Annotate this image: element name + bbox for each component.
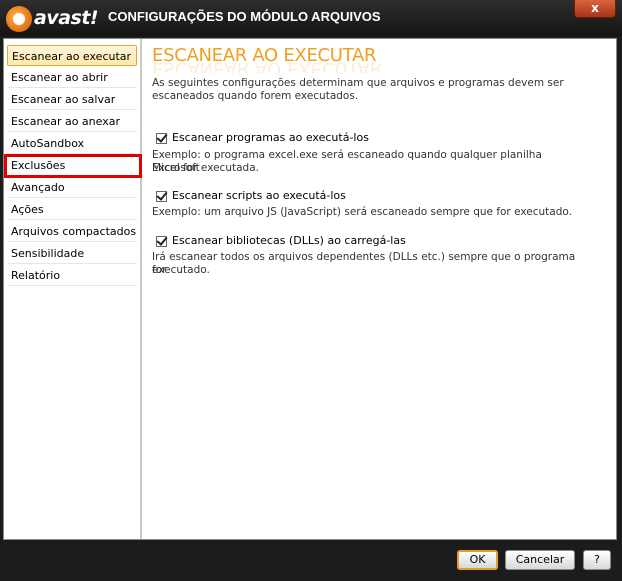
scan-dlls-desc-line2: executado. (152, 264, 210, 276)
title-bar: avast! CONFIGURAÇÕES DO MÓDULO ARQUIVOS … (0, 0, 622, 36)
avast-logo: avast! (6, 4, 102, 34)
scan-programs-checkbox[interactable] (156, 133, 167, 144)
intro-text-line1: As seguintes configurações determinam qu… (152, 77, 564, 89)
sidebar-item-escanear-ao-abrir[interactable]: Escanear ao abrir (7, 67, 137, 88)
cancel-button[interactable]: Cancelar (505, 550, 575, 570)
sidebar-item-acoes[interactable]: Ações (7, 199, 137, 220)
settings-panel: Escanear ao executar Escanear ao abrir E… (3, 38, 617, 540)
sidebar-item-sensibilidade[interactable]: Sensibilidade (7, 243, 137, 264)
avast-logo-icon (6, 6, 32, 32)
scan-scripts-checkbox[interactable] (156, 191, 167, 202)
scan-scripts-desc-line1: Exemplo: um arquivo JS (JavaScript) será… (152, 206, 572, 218)
sidebar-item-autosandbox[interactable]: AutoSandbox (7, 133, 137, 154)
sidebar-item-arquivos-compactados[interactable]: Arquivos compactados (7, 221, 137, 242)
main-content: ESCANEAR AO EXECUTAR ESCANEAR AO EXECUTA… (152, 39, 614, 539)
window-title: CONFIGURAÇÕES DO MÓDULO ARQUIVOS (108, 9, 381, 24)
help-button[interactable]: ? (583, 550, 611, 570)
close-button[interactable]: x (574, 0, 616, 18)
sidebar-item-relatorio[interactable]: Relatório (7, 265, 137, 286)
dialog-footer: OK Cancelar ? (0, 540, 622, 581)
scan-scripts-label[interactable]: Escanear scripts ao executá-los (172, 189, 346, 202)
scan-dlls-checkbox[interactable] (156, 236, 167, 247)
sidebar-item-escanear-ao-executar[interactable]: Escanear ao executar (7, 45, 137, 66)
sidebar-item-escanear-ao-salvar[interactable]: Escanear ao salvar (7, 89, 137, 110)
scan-programs-label[interactable]: Escanear programas ao executá-los (172, 131, 369, 144)
sidebar-item-avancado[interactable]: Avançado (7, 177, 137, 198)
intro-text-line2: escaneados quando forem executados. (152, 90, 359, 102)
scan-dlls-label[interactable]: Escanear bibliotecas (DLLs) ao carregá-l… (172, 234, 406, 247)
sidebar: Escanear ao executar Escanear ao abrir E… (4, 39, 142, 539)
sidebar-item-escanear-ao-anexar[interactable]: Escanear ao anexar (7, 111, 137, 132)
brand-text: avast! (34, 7, 99, 29)
scan-programs-desc-line2: Excel for executada. (152, 162, 259, 174)
ok-button[interactable]: OK (457, 550, 498, 570)
page-title-reflection: ESCANEAR AO EXECUTAR (152, 63, 382, 73)
exclusoes-highlight-box (4, 154, 142, 178)
